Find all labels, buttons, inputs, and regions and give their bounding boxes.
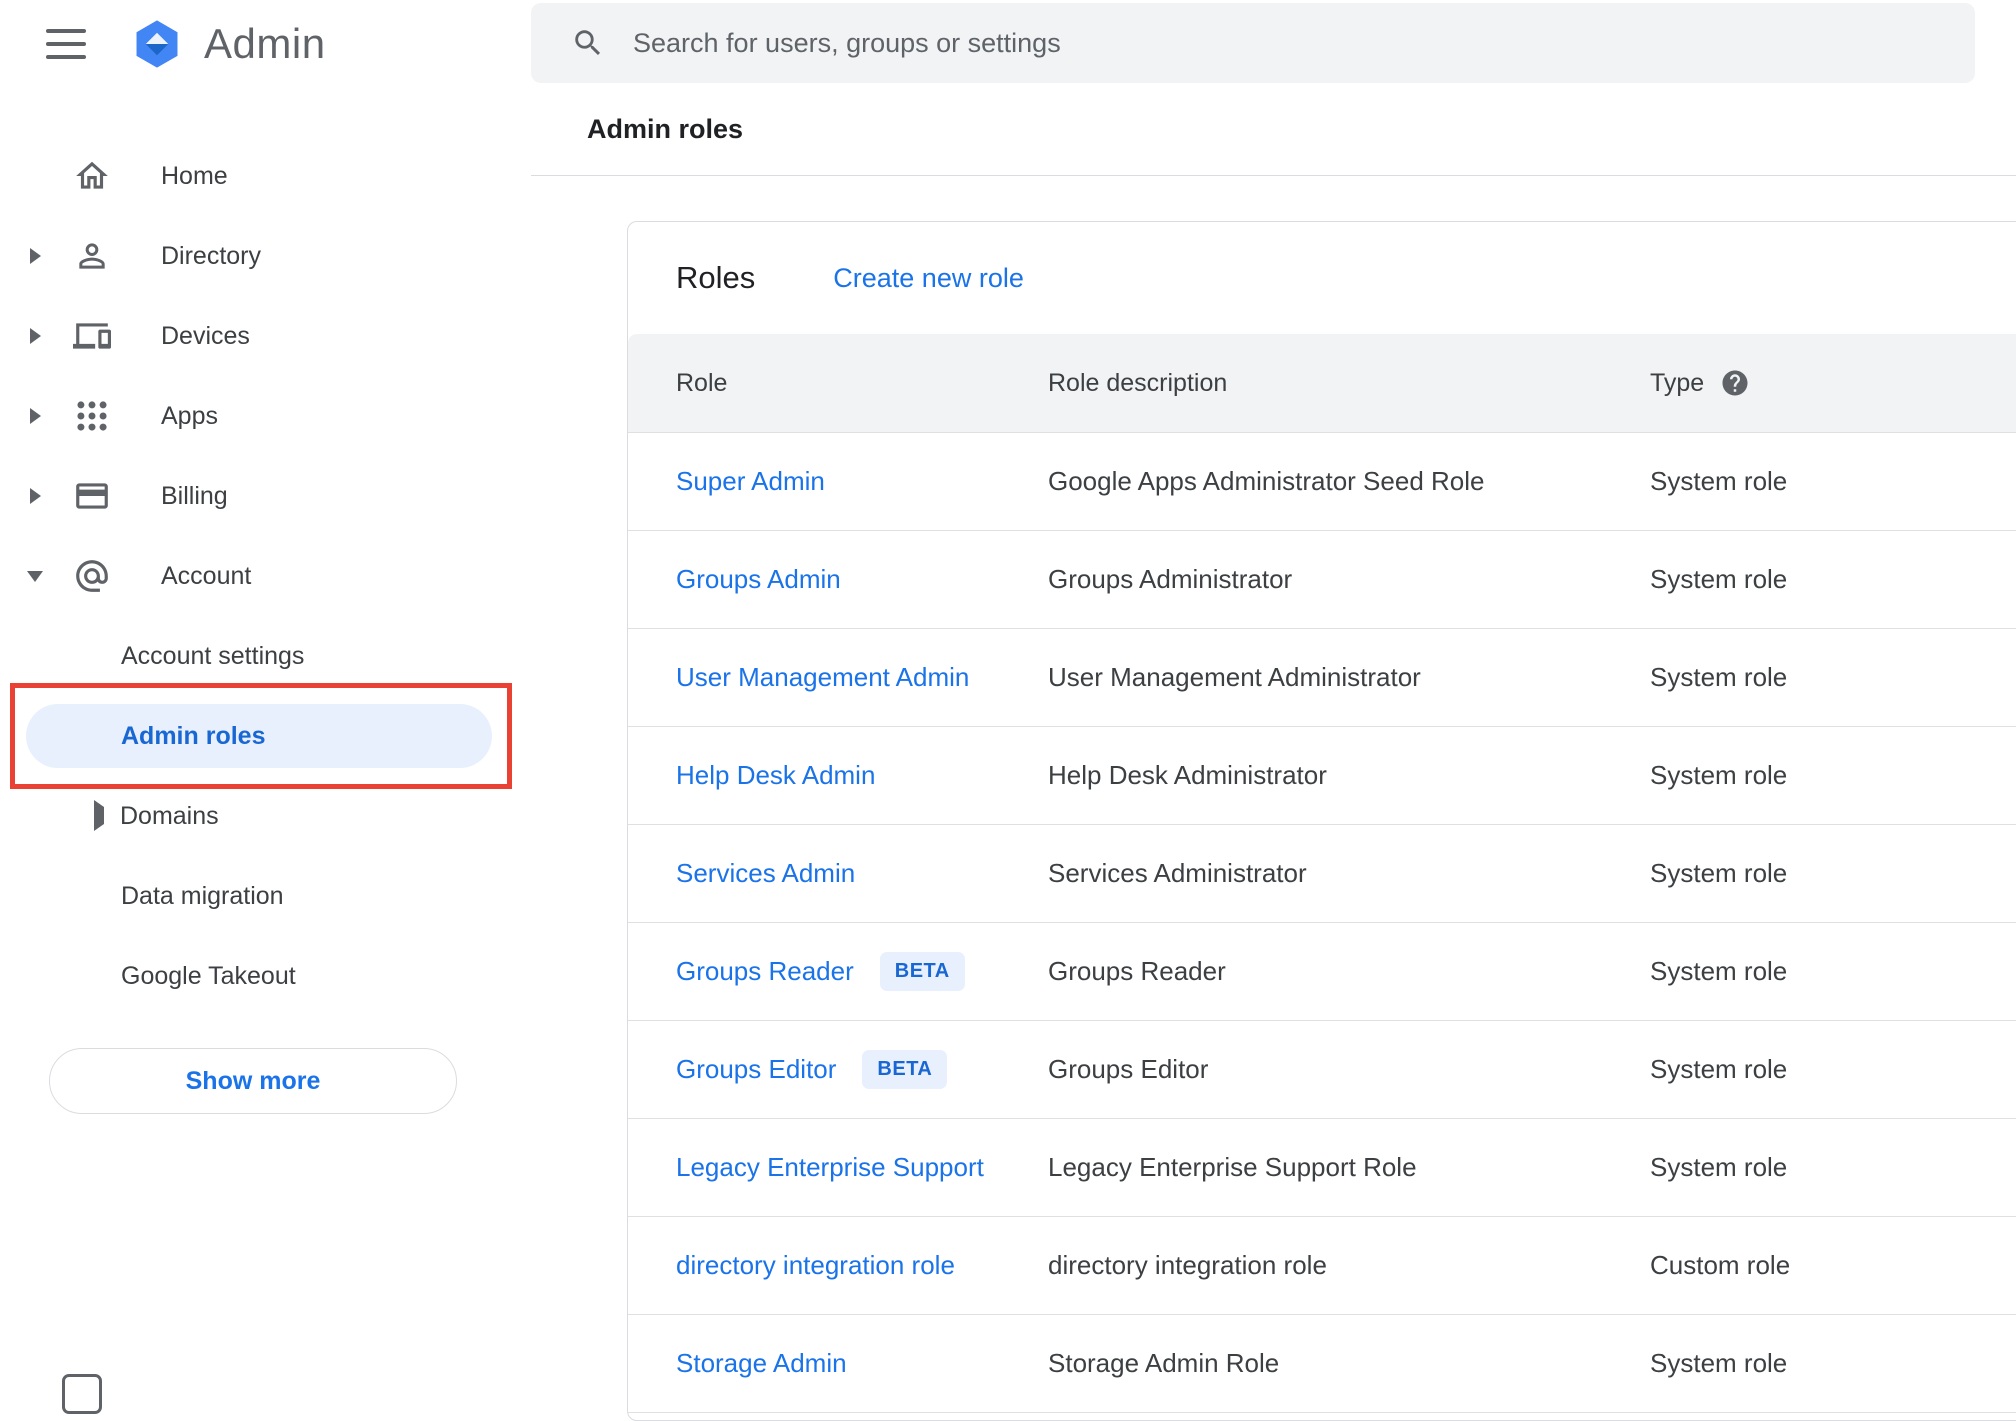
role-type: System role (1650, 956, 1788, 986)
table-row: directory integration role directory int… (628, 1217, 2016, 1315)
role-type: System role (1650, 1152, 1788, 1182)
sidebar-item-apps[interactable]: Apps (0, 376, 531, 456)
beta-badge: BETA (862, 1050, 948, 1089)
role-type: System role (1650, 1348, 1788, 1378)
main-content: Admin roles Roles Create new role Role R… (531, 0, 2016, 1421)
sidebar-item-devices[interactable]: Devices (0, 296, 531, 376)
at-sign-icon (73, 557, 111, 595)
apps-grid-icon (73, 397, 111, 435)
billing-card-icon (73, 477, 111, 515)
page-title: Admin roles (587, 113, 744, 144)
table-row: Services Admin Services Administrator Sy… (628, 825, 2016, 923)
role-link[interactable]: Super Admin (676, 466, 825, 497)
beta-badge: BETA (879, 952, 965, 991)
show-more-button[interactable]: Show more (49, 1048, 457, 1114)
column-header-role: Role (676, 368, 728, 397)
create-new-role-link[interactable]: Create new role (833, 263, 1024, 294)
roles-heading: Roles (676, 260, 756, 295)
role-link[interactable]: directory integration role (676, 1250, 955, 1281)
role-type: System role (1650, 858, 1788, 888)
search-bar[interactable] (531, 3, 1975, 83)
collapse-down-icon[interactable] (20, 570, 50, 582)
brand-title: Admin (204, 20, 326, 67)
role-type: System role (1650, 1054, 1788, 1084)
role-type: System role (1650, 466, 1788, 496)
roles-table-body: Super Admin Google Apps Administrator Se… (628, 433, 2016, 1413)
sidebar-item-directory[interactable]: Directory (0, 216, 531, 296)
search-icon (571, 26, 605, 60)
sidebar-item-label: Apps (161, 401, 218, 430)
table-row: Legacy Enterprise Support Legacy Enterpr… (628, 1119, 2016, 1217)
table-row: Super Admin Google Apps Administrator Se… (628, 433, 2016, 531)
role-link[interactable]: User Management Admin (676, 662, 969, 693)
expand-right-icon[interactable] (20, 328, 50, 344)
roles-card: Roles Create new role Role Role descript… (627, 221, 2016, 1421)
role-description: Storage Admin Role (1048, 1348, 1280, 1378)
role-type: System role (1650, 564, 1788, 594)
role-description: Groups Reader (1048, 956, 1226, 986)
home-icon (73, 157, 111, 195)
expand-right-icon[interactable] (20, 488, 50, 504)
column-header-role-description: Role description (1048, 368, 1228, 397)
role-description: Help Desk Administrator (1048, 760, 1327, 790)
hamburger-menu-button[interactable] (46, 29, 88, 59)
role-link[interactable]: Services Admin (676, 858, 855, 889)
sidebar-item-label: Account (161, 561, 252, 590)
table-row: Groups Editor BETA Groups Editor System … (628, 1021, 2016, 1119)
sidebar-nav: Home Directory Devices Apps Billing Acco… (0, 136, 531, 1114)
sidebar-item-label: Devices (161, 321, 250, 350)
sidebar-item-label: Billing (161, 481, 228, 510)
sidebar-item-domains[interactable]: Domains (0, 776, 531, 856)
table-row: Groups Admin Groups Administrator System… (628, 531, 2016, 629)
sidebar-item-data-migration[interactable]: Data migration (0, 856, 531, 936)
devices-icon (73, 317, 111, 355)
admin-logo-icon[interactable] (130, 17, 184, 71)
table-row: Help Desk Admin Help Desk Administrator … (628, 727, 2016, 825)
role-link[interactable]: Legacy Enterprise Support (676, 1152, 984, 1183)
sidebar-item-google-takeout[interactable]: Google Takeout (0, 936, 531, 1016)
sidebar-item-label: Directory (161, 241, 262, 270)
sidebar-item-account-settings[interactable]: Account settings (0, 616, 531, 696)
role-description: Legacy Enterprise Support Role (1048, 1152, 1417, 1182)
role-link[interactable]: Storage Admin (676, 1348, 847, 1379)
person-icon (73, 237, 111, 275)
roles-card-header: Roles Create new role (628, 222, 2016, 334)
expand-right-icon[interactable] (20, 408, 50, 424)
search-input[interactable] (633, 27, 1975, 59)
sidebar-item-account[interactable]: Account (0, 536, 531, 616)
role-link[interactable]: Groups Editor (676, 1054, 836, 1085)
role-description: Groups Editor (1048, 1054, 1209, 1084)
role-description: Groups Administrator (1048, 564, 1293, 594)
role-type: System role (1650, 662, 1788, 692)
column-header-type: Type (1650, 368, 1705, 397)
role-description: directory integration role (1048, 1250, 1327, 1280)
role-link[interactable]: Groups Admin (676, 564, 841, 595)
sidebar-item-billing[interactable]: Billing (0, 456, 531, 536)
table-row: Groups Reader BETA Groups Reader System … (628, 923, 2016, 1021)
role-link[interactable]: Groups Reader (676, 956, 854, 987)
role-description: Services Administrator (1048, 858, 1307, 888)
page-title-row: Admin roles (531, 83, 2016, 176)
table-header-row: Role Role description Type (628, 334, 2016, 433)
partial-footer-icon[interactable] (62, 1374, 102, 1414)
table-row: User Management Admin User Management Ad… (628, 629, 2016, 727)
sidebar-item-label: Home (161, 161, 228, 190)
role-type: System role (1650, 760, 1788, 790)
expand-right-icon[interactable] (20, 248, 50, 264)
role-link[interactable]: Help Desk Admin (676, 760, 875, 791)
sidebar: Admin Home Directory Devices Apps Billin… (0, 0, 531, 1414)
expand-right-icon[interactable] (94, 800, 104, 831)
sidebar-item-admin-roles[interactable]: Admin roles (0, 696, 531, 776)
role-description: Google Apps Administrator Seed Role (1048, 466, 1485, 496)
role-type: Custom role (1650, 1250, 1791, 1280)
role-description: User Management Administrator (1048, 662, 1421, 692)
table-row: Storage Admin Storage Admin Role System … (628, 1315, 2016, 1413)
selected-item-pill[interactable]: Admin roles (26, 704, 492, 768)
help-icon[interactable] (1720, 368, 1750, 398)
sidebar-item-home[interactable]: Home (0, 136, 531, 216)
sidebar-header: Admin (0, 0, 531, 88)
